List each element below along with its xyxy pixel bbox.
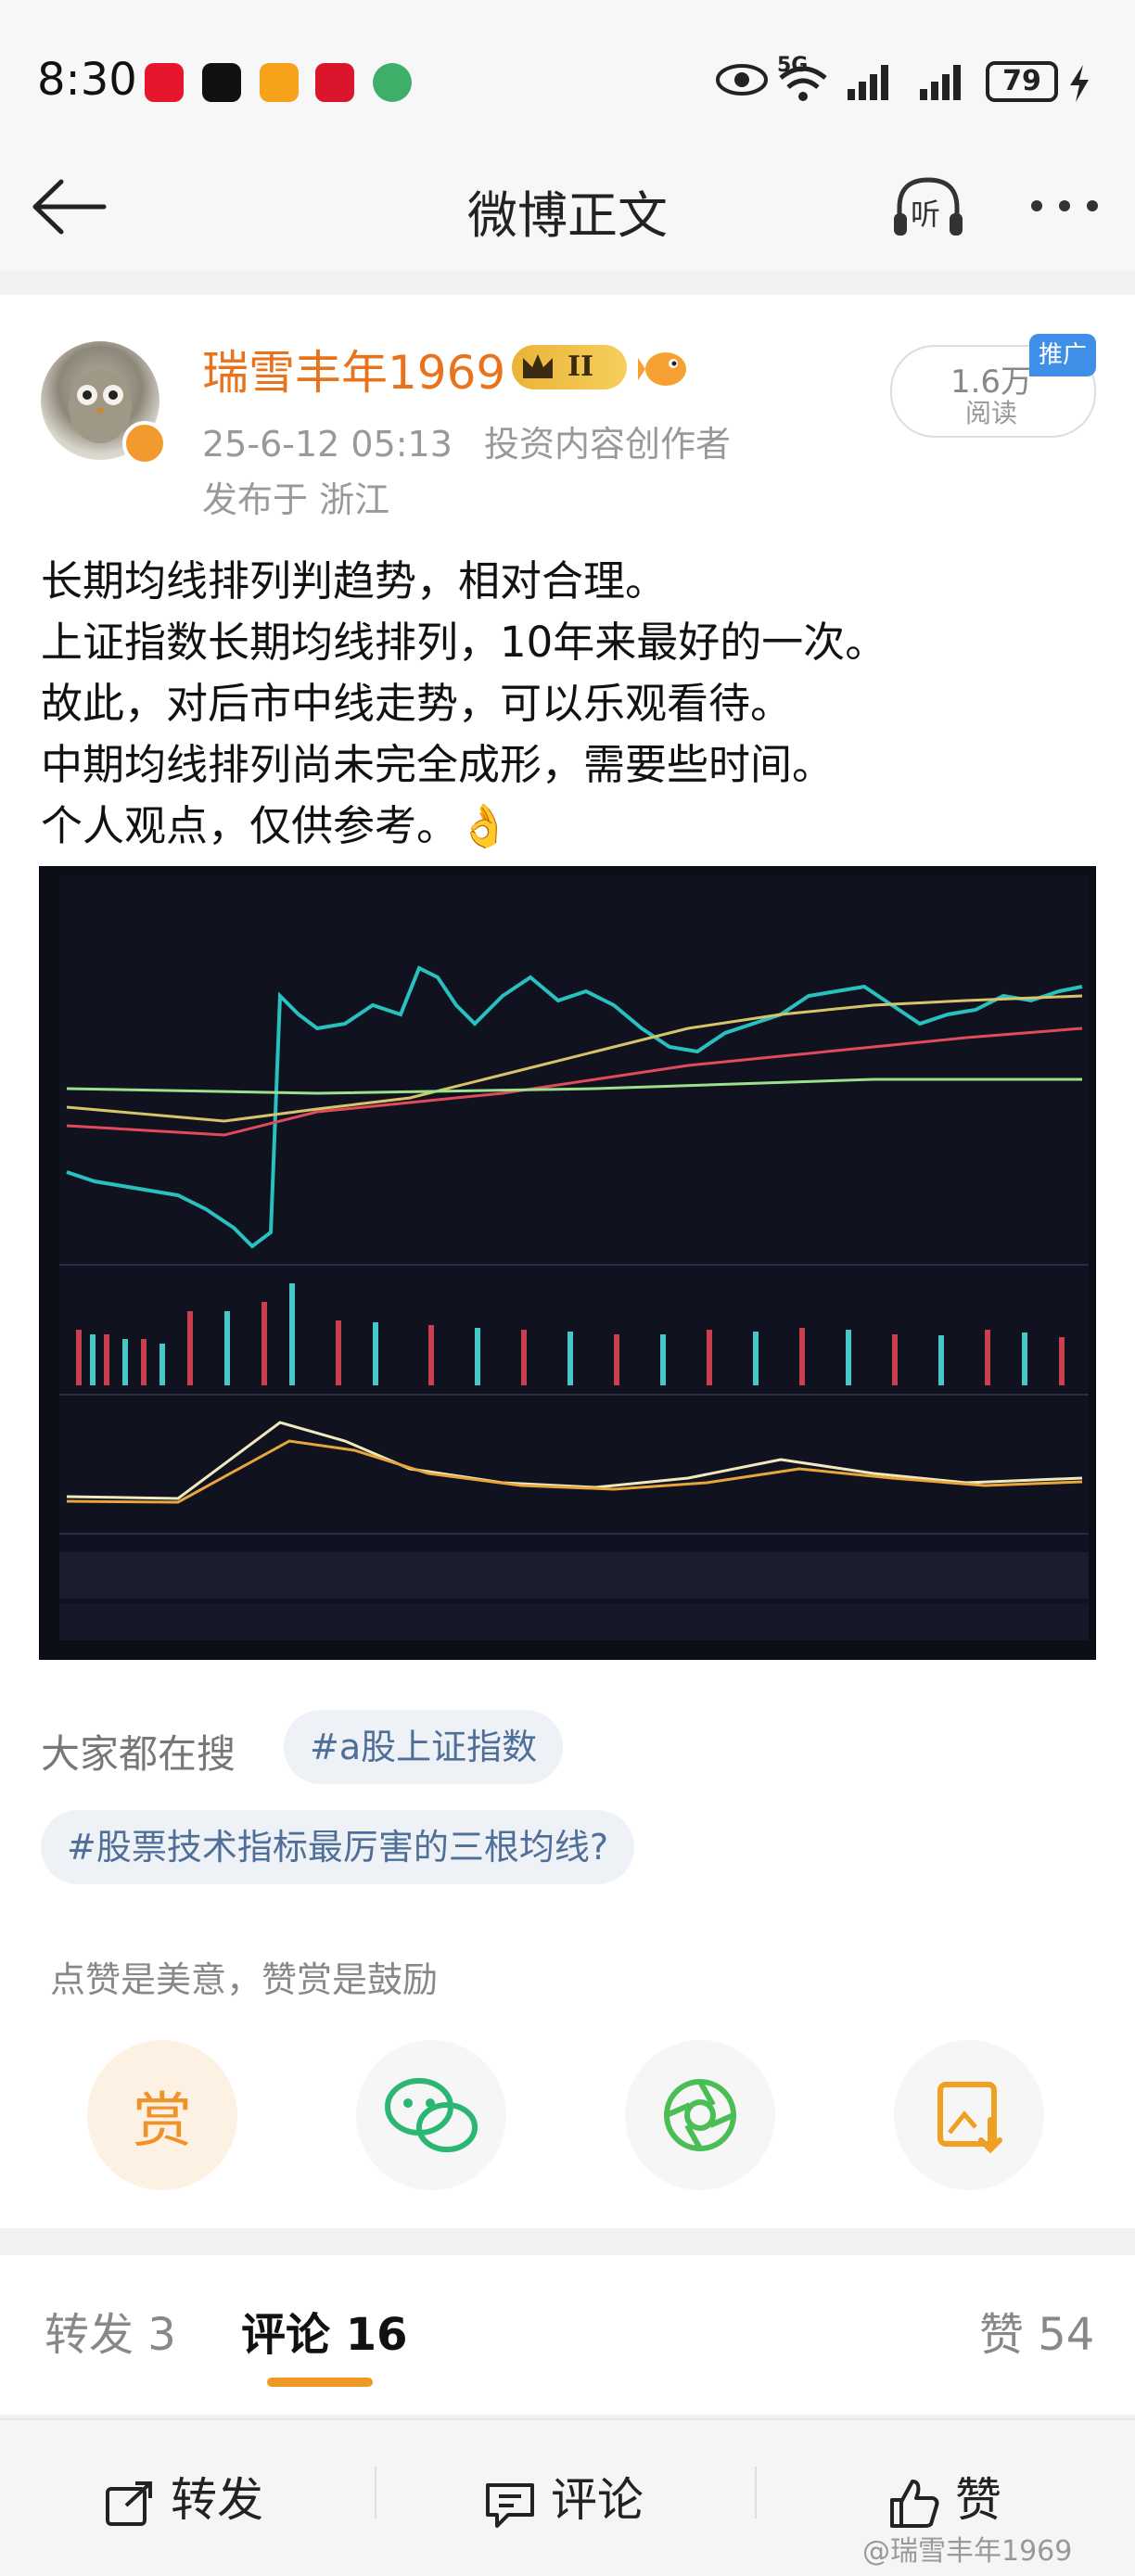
crown-icon (523, 354, 553, 378)
post-body-line: 长期均线排列判趋势，相对合理。 (41, 556, 668, 606)
repost-icon (106, 2480, 152, 2526)
stock-chart-photo (39, 866, 1096, 1660)
read-label: 阅读 (964, 398, 1017, 428)
more-icon[interactable] (1027, 197, 1102, 215)
wechat-icon (385, 2078, 478, 2152)
app-icon-orange (260, 63, 299, 102)
app-icon-red (315, 63, 354, 102)
charging-icon (1070, 65, 1089, 102)
repost-button[interactable]: 转发 (102, 2463, 263, 2530)
tab-indicator (267, 2378, 373, 2387)
eye-icon (716, 64, 768, 96)
fish-icon (638, 352, 686, 386)
wifi-icon (779, 66, 827, 101)
comment-button[interactable]: 评论 (482, 2463, 644, 2530)
weibo-icon (145, 63, 184, 102)
save-image-icon (937, 2082, 1002, 2154)
divider (375, 2467, 376, 2519)
post-image[interactable] (39, 866, 1096, 1660)
share-moments-button[interactable] (625, 2040, 775, 2190)
tab-repost[interactable]: 转发 3 (45, 2298, 176, 2363)
like-label: 赞 (955, 2473, 1001, 2527)
post-location: 发布于 浙江 (202, 479, 390, 520)
app-icon-green (373, 63, 412, 102)
watermark: @瑞雪丰年1969 (862, 2535, 1073, 2568)
reward-icon: 赏 (133, 2087, 192, 2156)
post-body-line: 上证指数长期均线排列，10年来最好的一次。 (41, 618, 887, 667)
verified-badge-icon (122, 421, 167, 465)
post-body-line: 故此，对后市中线走势，可以乐观看待。 (41, 679, 793, 728)
comment-label: 评论 (551, 2473, 644, 2527)
post-meta: 25-6-12 05:13 投资内容创作者 (202, 415, 731, 466)
tab-comment[interactable]: 评论 16 (241, 2298, 408, 2363)
tiktok-icon (202, 63, 241, 102)
moments-icon (664, 2079, 736, 2151)
author-tag: 投资内容创作者 (484, 424, 732, 465)
save-image-button[interactable] (894, 2040, 1044, 2190)
repost-label: 转发 (171, 2473, 263, 2527)
battery-indicator: 79 (986, 61, 1058, 102)
vip-level-text: II (568, 351, 594, 383)
divider (755, 2467, 757, 2519)
signal-icon-2 (920, 65, 961, 100)
post-body-line: 个人观点，仅供参考。👌 (41, 801, 511, 850)
reward-hint: 点赞是美意，赞赏是鼓励 (50, 1959, 439, 2000)
like-button[interactable]: 赞 (886, 2463, 1001, 2530)
signal-icon-1 (848, 65, 888, 100)
thumbs-up-icon (890, 2479, 939, 2528)
hashtag-chip[interactable]: #a股上证指数 (284, 1710, 564, 1784)
hashtag-chip[interactable]: #股票技术指标最厉害的三根均线? (41, 1810, 635, 1884)
post-timestamp: 25-6-12 05:13 (202, 424, 453, 465)
post-body-line: 中期均线排列尚未完全成形，需要些时间。 (41, 740, 835, 789)
comment-icon (486, 2482, 534, 2528)
vip-level-badge: II (512, 345, 627, 389)
reward-button[interactable]: 赏 (87, 2040, 237, 2190)
promo-tag[interactable]: 推广 (1029, 334, 1096, 376)
author-name[interactable]: 瑞雪丰年1969 (202, 336, 505, 402)
listen-label: 听 (911, 197, 941, 232)
tab-like[interactable]: 赞 54 (979, 2298, 1094, 2363)
trending-search-label: 大家都在搜 (41, 1731, 236, 1777)
share-wechat-button[interactable] (356, 2040, 506, 2190)
status-time: 8:30 (37, 54, 137, 106)
